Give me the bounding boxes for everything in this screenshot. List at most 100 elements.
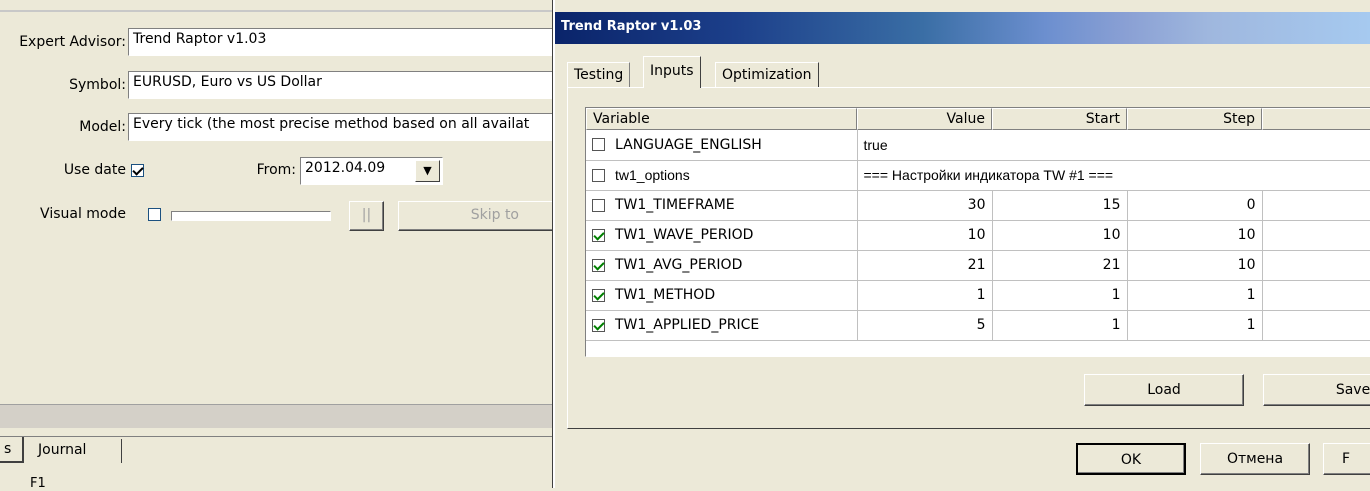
variable-cell[interactable]: tw1_options bbox=[586, 160, 858, 191]
value-cell[interactable]: 1 bbox=[857, 280, 993, 311]
value-cell[interactable]: true bbox=[857, 130, 1370, 161]
optimize-checkbox[interactable] bbox=[592, 169, 605, 182]
from-label: From: bbox=[256, 162, 296, 178]
value-cell[interactable]: === Настройки индикатора TW #1 === bbox=[857, 160, 1370, 191]
stop-cell[interactable] bbox=[1262, 280, 1370, 311]
optimize-checkbox[interactable] bbox=[592, 288, 605, 302]
cancel-button-label: Отмена bbox=[1226, 451, 1284, 467]
optimize-checkbox[interactable] bbox=[592, 258, 605, 272]
table-row[interactable]: TW1_WAVE_PERIOD 10 10 10 bbox=[586, 220, 1370, 251]
variable-name: TW1_METHOD bbox=[615, 287, 716, 303]
table-row[interactable]: tw1_options === Настройки индикатора TW #… bbox=[586, 160, 1370, 191]
value-cell[interactable]: 30 bbox=[857, 190, 993, 221]
use-date-checkbox[interactable] bbox=[131, 164, 144, 177]
column-header-value[interactable]: Value bbox=[857, 108, 992, 130]
cancel-button[interactable]: Отмена bbox=[1200, 443, 1310, 475]
save-button-label: Save bbox=[1335, 382, 1370, 398]
tab-results[interactable]: s bbox=[0, 437, 24, 463]
pause-button[interactable]: || bbox=[349, 201, 384, 231]
symbol-label: Symbol: bbox=[69, 77, 126, 93]
variable-name: LANGUAGE_ENGLISH bbox=[615, 136, 762, 153]
step-cell[interactable]: 10 bbox=[1127, 250, 1263, 281]
variable-name: TW1_AVG_PERIOD bbox=[615, 257, 743, 273]
tab-journal[interactable]: Journal bbox=[30, 439, 122, 463]
column-header-stop[interactable]: St bbox=[1262, 108, 1370, 130]
variable-cell[interactable]: TW1_TIMEFRAME bbox=[586, 190, 858, 221]
status-fragment: F1 bbox=[30, 476, 46, 491]
dialog-title: Trend Raptor v1.03 bbox=[561, 19, 702, 34]
visual-mode-checkbox[interactable] bbox=[148, 208, 162, 221]
variable-name: TW1_WAVE_PERIOD bbox=[615, 227, 754, 243]
column-header-start[interactable]: Start bbox=[992, 108, 1127, 130]
table-row[interactable]: LANGUAGE_ENGLISH true bbox=[586, 130, 1370, 161]
start-cell[interactable]: 1 bbox=[992, 280, 1128, 311]
stop-cell[interactable] bbox=[1262, 250, 1370, 281]
step-cell[interactable]: 1 bbox=[1127, 310, 1263, 341]
column-header-variable[interactable]: Variable bbox=[586, 108, 857, 130]
save-button[interactable]: Save bbox=[1263, 374, 1370, 406]
tab-inputs[interactable]: Inputs bbox=[643, 56, 701, 88]
dialog-title-bar[interactable]: Trend Raptor v1.03 bbox=[555, 12, 1370, 44]
chevron-down-icon: ▼ bbox=[423, 164, 432, 177]
skip-to-button[interactable]: Skip to bbox=[398, 201, 568, 231]
variable-cell[interactable]: LANGUAGE_ENGLISH bbox=[586, 130, 858, 161]
inputs-table: LANGUAGE_ENGLISH true tw1_options === Настр… bbox=[586, 130, 1370, 341]
value-cell[interactable]: 10 bbox=[857, 220, 993, 251]
column-header-step[interactable]: Step bbox=[1127, 108, 1262, 130]
table-row[interactable]: TW1_AVG_PERIOD 21 21 10 bbox=[586, 250, 1370, 281]
tab-optimization[interactable]: Optimization bbox=[715, 62, 819, 88]
stop-cell[interactable] bbox=[1262, 190, 1370, 221]
start-cell[interactable]: 15 bbox=[992, 190, 1128, 221]
visual-mode-label: Visual mode bbox=[40, 206, 126, 222]
value-cell[interactable]: 5 bbox=[857, 310, 993, 341]
table-row[interactable]: TW1_METHOD 1 1 1 bbox=[586, 280, 1370, 311]
properties-dialog: Trend Raptor v1.03 Testing Inputs Optimi… bbox=[553, 0, 1370, 488]
expert-advisor-label: Expert Advisor: bbox=[19, 34, 126, 50]
optimize-checkbox[interactable] bbox=[592, 138, 605, 152]
top-divider bbox=[0, 10, 560, 12]
step-cell[interactable]: 10 bbox=[1127, 220, 1263, 251]
tab-inputs-label: Inputs bbox=[650, 63, 694, 79]
table-row[interactable]: TW1_TIMEFRAME 30 15 0 bbox=[586, 190, 1370, 221]
step-cell[interactable]: 0 bbox=[1127, 190, 1263, 221]
variable-cell[interactable]: TW1_AVG_PERIOD bbox=[586, 250, 858, 281]
reset-button-label: F bbox=[1342, 451, 1351, 467]
tab-testing[interactable]: Testing bbox=[567, 62, 631, 88]
from-dropdown-button[interactable]: ▼ bbox=[415, 160, 440, 182]
splitter-bar[interactable] bbox=[0, 404, 560, 428]
tester-panel: Expert Advisor: Trend Raptor v1.03 Symbo… bbox=[0, 0, 568, 491]
variable-name: tw1_options bbox=[615, 166, 690, 183]
ok-button-label: OK bbox=[1120, 452, 1142, 468]
ok-button[interactable]: OK bbox=[1076, 443, 1186, 475]
stop-cell[interactable] bbox=[1262, 310, 1370, 341]
variable-cell[interactable]: TW1_APPLIED_PRICE bbox=[586, 310, 858, 341]
load-button[interactable]: Load bbox=[1084, 374, 1244, 406]
skip-to-label: Skip to bbox=[470, 207, 519, 223]
bottom-tab-strip: s Journal bbox=[0, 436, 560, 464]
value-cell[interactable]: 21 bbox=[857, 250, 993, 281]
inputs-grid: Variable Value Start Step St LANGUAGE_EN… bbox=[585, 107, 1370, 357]
variable-cell[interactable]: TW1_METHOD bbox=[586, 280, 858, 311]
symbol-select[interactable]: EURUSD, Euro vs US Dollar bbox=[128, 71, 568, 99]
tab-optimization-label: Optimization bbox=[722, 67, 812, 83]
reset-button[interactable]: F bbox=[1323, 443, 1370, 475]
start-cell[interactable]: 1 bbox=[992, 310, 1128, 341]
table-row[interactable]: TW1_APPLIED_PRICE 5 1 1 bbox=[586, 310, 1370, 341]
start-cell[interactable]: 10 bbox=[992, 220, 1128, 251]
variable-name: TW1_TIMEFRAME bbox=[615, 197, 735, 213]
start-cell[interactable]: 21 bbox=[992, 250, 1128, 281]
tab-results-label: s bbox=[4, 441, 12, 457]
from-date-value: 2012.04.09 bbox=[305, 160, 386, 176]
variable-cell[interactable]: TW1_WAVE_PERIOD bbox=[586, 220, 858, 251]
tab-journal-label: Journal bbox=[38, 442, 87, 458]
step-cell[interactable]: 1 bbox=[1127, 280, 1263, 311]
tab-testing-label: Testing bbox=[574, 67, 624, 83]
optimize-checkbox[interactable] bbox=[592, 228, 605, 242]
variable-name: TW1_APPLIED_PRICE bbox=[615, 317, 760, 333]
optimize-checkbox[interactable] bbox=[592, 318, 605, 332]
model-select[interactable]: Every tick (the most precise method base… bbox=[128, 113, 568, 141]
speed-slider[interactable] bbox=[171, 211, 331, 221]
expert-advisor-select[interactable]: Trend Raptor v1.03 bbox=[128, 28, 568, 56]
optimize-checkbox[interactable] bbox=[592, 198, 605, 212]
stop-cell[interactable] bbox=[1262, 220, 1370, 251]
